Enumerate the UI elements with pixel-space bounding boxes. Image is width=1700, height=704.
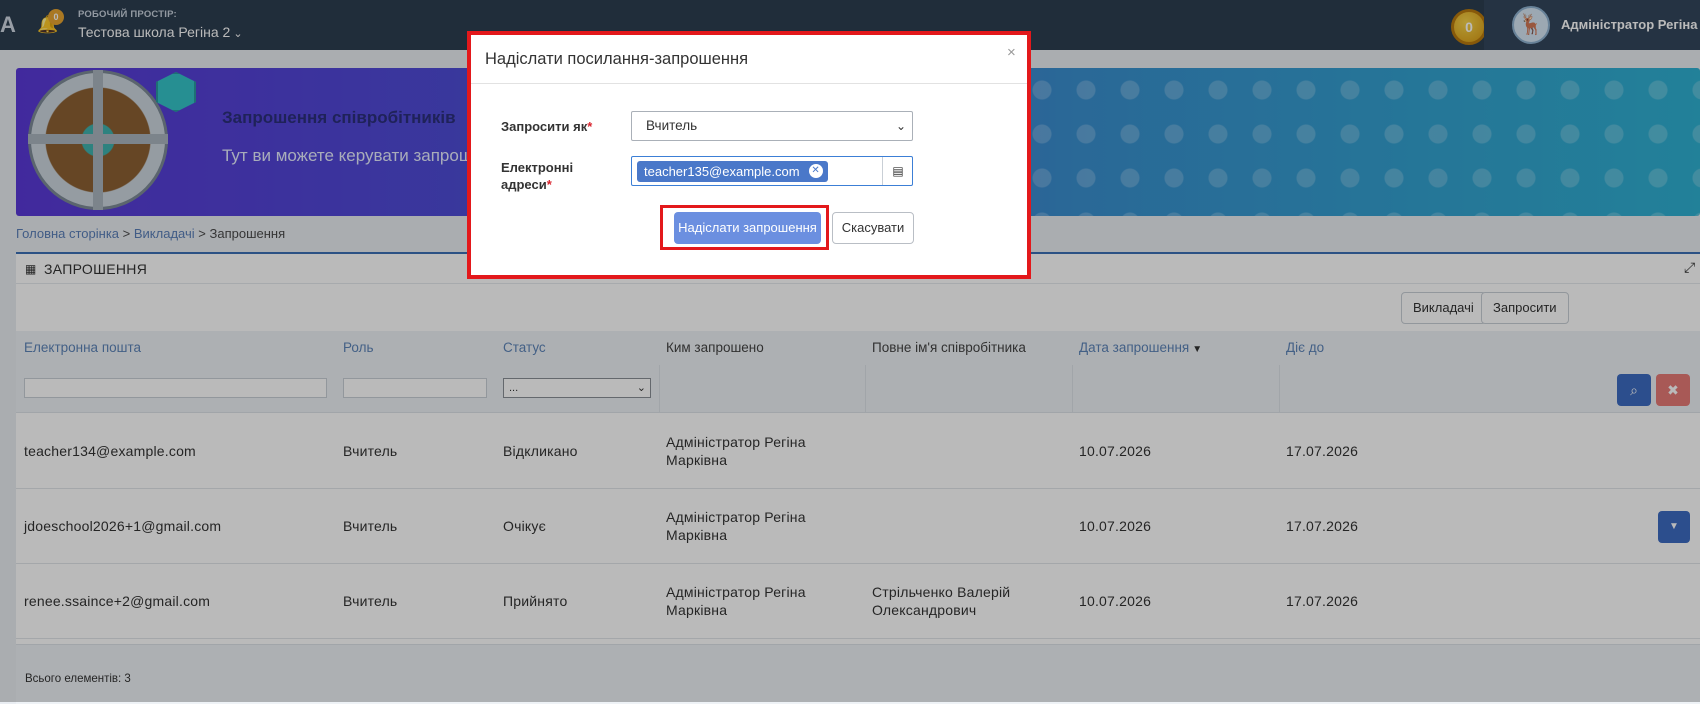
- required-mark: *: [546, 177, 552, 192]
- email-tag: teacher135@example.com ✕: [637, 161, 828, 182]
- role-select[interactable]: Вчитель ⌄: [631, 111, 913, 141]
- cancel-button[interactable]: Скасувати: [832, 212, 914, 244]
- highlight-frame: Надіслати запрошення: [660, 205, 829, 250]
- invite-as-label: Запросити як*: [501, 118, 592, 135]
- emails-label: Електронні адреси*: [501, 159, 573, 193]
- send-invitation-button[interactable]: Надіслати запрошення: [674, 212, 821, 244]
- address-book-icon[interactable]: ▤: [882, 157, 913, 185]
- close-icon[interactable]: ×: [1007, 44, 1016, 61]
- invite-modal: Надіслати посилання-запрошення × Запроси…: [467, 31, 1031, 279]
- emails-label-line: адреси: [501, 177, 547, 192]
- email-tags-input[interactable]: teacher135@example.com ✕ ▤: [631, 156, 913, 186]
- role-select-value: Вчитель: [646, 118, 698, 133]
- emails-label-line: Електронні: [501, 160, 574, 175]
- email-tag-text: teacher135@example.com: [644, 164, 800, 179]
- invite-as-label-text: Запросити як: [501, 119, 588, 134]
- remove-tag-icon[interactable]: ✕: [808, 164, 823, 178]
- required-mark: *: [587, 119, 593, 134]
- divider: [471, 83, 1027, 84]
- chevron-down-icon: ⌄: [895, 119, 906, 133]
- modal-title: Надіслати посилання-запрошення: [485, 50, 749, 68]
